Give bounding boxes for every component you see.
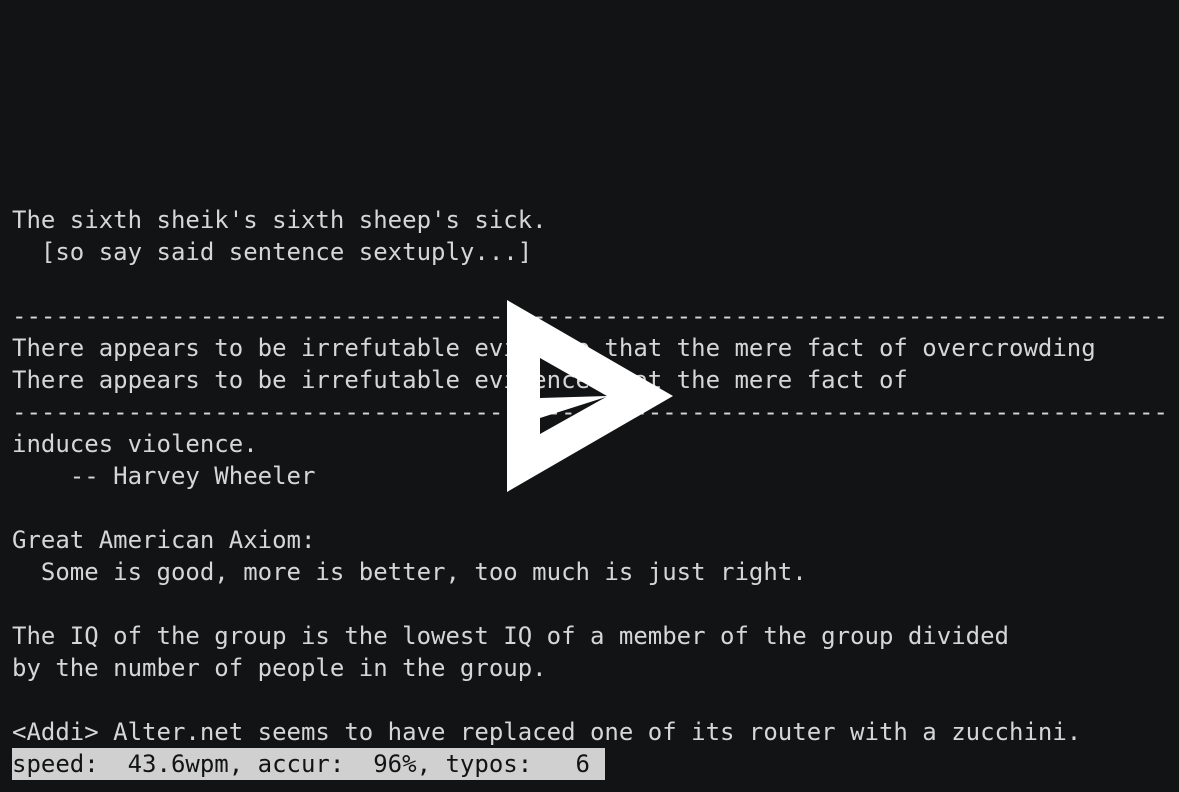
terminal-line: Some is good, more is better, too much i… — [12, 558, 807, 586]
asciinema-play-icon — [507, 300, 673, 492]
terminal-line: induces violence. — [12, 430, 258, 458]
typed-line: There appears to be irrefutable evidence… — [12, 366, 908, 394]
terminal-line: The IQ of the group is the lowest IQ of … — [12, 622, 1009, 650]
status-bar: speed: 43.6wpm, accur: 96%, typos: 6 — [12, 748, 605, 780]
terminal-line: Great American Axiom: — [12, 526, 316, 554]
terminal-line: [so say said sentence sextuply...] — [12, 238, 533, 266]
terminal-line: <Addi> Alter.net seems to have replaced … — [12, 718, 1082, 746]
terminal-line: by the number of people in the group. — [12, 654, 547, 682]
terminal-window: The sixth sheik's sixth sheep's sick. [s… — [0, 0, 1179, 792]
play-button[interactable] — [505, 298, 675, 494]
terminal-line: -- Harvey Wheeler — [12, 462, 316, 490]
terminal-line: The sixth sheik's sixth sheep's sick. — [12, 206, 547, 234]
